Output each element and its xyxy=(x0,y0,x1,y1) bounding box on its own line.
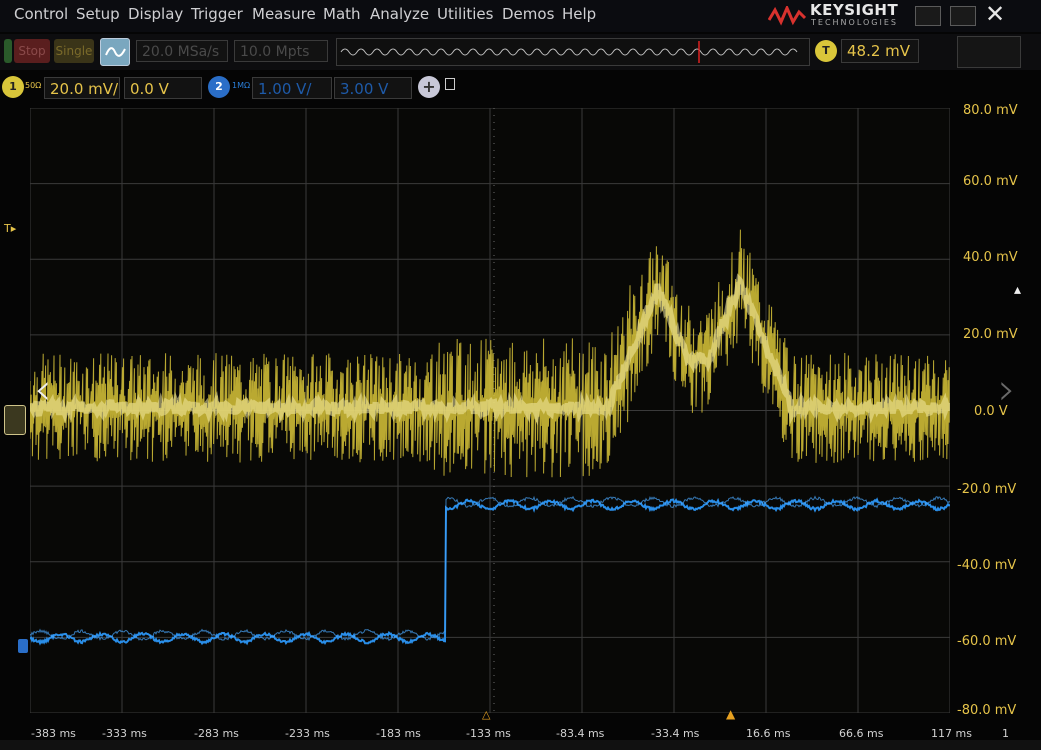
y-tick-label: 40.0 mV xyxy=(963,250,1018,265)
bottom-bar xyxy=(0,740,1041,750)
menu-trigger[interactable]: Trigger xyxy=(191,5,243,23)
x-tick-label: -83.4 ms xyxy=(556,727,605,740)
trigger-marker-label: T xyxy=(4,222,11,235)
menu-measure[interactable]: Measure xyxy=(252,5,316,23)
ch2-badge[interactable]: 2 xyxy=(208,76,230,98)
single-button[interactable]: Single xyxy=(54,39,94,63)
brand-name: KEYSIGHT xyxy=(810,1,899,19)
x-tick-label: -233 ms xyxy=(285,727,330,740)
x-axis-end-label: 1 xyxy=(1002,727,1009,740)
add-channel-button[interactable]: + xyxy=(418,76,440,98)
ch1-scale-field[interactable]: 20.0 mV/ xyxy=(44,77,120,99)
ch1-badge[interactable]: 1 xyxy=(2,76,24,98)
run-indicator[interactable] xyxy=(4,39,12,63)
x-tick-label: -183 ms xyxy=(376,727,421,740)
memory-depth-readout: 10.0 Mpts xyxy=(234,40,328,62)
trigger-position-marker[interactable]: ▲ xyxy=(726,707,735,721)
x-tick-label: 16.6 ms xyxy=(746,727,791,740)
close-icon[interactable]: ✕ xyxy=(985,0,1005,28)
menu-utilities[interactable]: Utilities xyxy=(437,5,493,23)
menu-help[interactable]: Help xyxy=(562,5,596,23)
waveform-display[interactable] xyxy=(30,108,950,713)
x-tick-label: -383 ms xyxy=(31,727,76,740)
menu-control[interactable]: Control xyxy=(14,5,68,23)
time-reference-marker[interactable]: △ xyxy=(482,708,490,721)
y-tick-label: 0.0 V xyxy=(974,404,1008,419)
autoscale-wave-icon xyxy=(105,47,126,57)
maximize-button[interactable] xyxy=(950,6,976,26)
trigger-level-readout[interactable]: 48.2 mV xyxy=(841,39,919,63)
menu-analyze[interactable]: Analyze xyxy=(370,5,429,23)
menu-display[interactable]: Display xyxy=(128,5,183,23)
keysight-wave-icon xyxy=(768,6,806,26)
x-tick-label: -333 ms xyxy=(102,727,147,740)
ch1-impedance: 50Ω xyxy=(25,81,42,90)
ch2-ground-marker[interactable] xyxy=(18,639,28,653)
y-tick-label: 80.0 mV xyxy=(963,103,1018,118)
sample-rate-readout: 20.0 MSa/s xyxy=(136,40,228,62)
minimize-button[interactable] xyxy=(915,6,941,26)
y-tick-label: -80.0 mV xyxy=(957,703,1017,718)
toolbar: Stop Single 20.0 MSa/s 10.0 Mpts T 48.2 … xyxy=(0,34,1041,70)
x-tick-label: 117 ms xyxy=(931,727,972,740)
x-tick-label: 66.6 ms xyxy=(839,727,884,740)
y-tick-label: 20.0 mV xyxy=(963,327,1018,342)
waveform-overview[interactable] xyxy=(336,38,810,66)
channel-bar: 1 50Ω 20.0 mV/ 0.0 V 2 1MΩ 1.00 V/ 3.00 … xyxy=(0,74,480,102)
scroll-left-icon[interactable]: ‹ xyxy=(34,364,52,415)
mouse-cursor-icon: ▴ xyxy=(1014,282,1022,298)
ch2-scale-field[interactable]: 1.00 V/ xyxy=(252,77,332,99)
y-tick-label: 60.0 mV xyxy=(963,174,1018,189)
y-tick-label: -40.0 mV xyxy=(957,558,1017,573)
menu-bar: Control Setup Display Trigger Measure Ma… xyxy=(0,0,1041,32)
overview-wave-icon xyxy=(340,41,798,63)
trigger-badge: T xyxy=(815,40,837,62)
toolbar-panel-button[interactable] xyxy=(957,36,1021,68)
x-tick-label: -33.4 ms xyxy=(651,727,700,740)
ch2-impedance: 1MΩ xyxy=(232,81,251,90)
stop-button[interactable]: Stop xyxy=(14,39,50,63)
brand-subtitle: TECHNOLOGIES xyxy=(811,18,898,27)
ch1-ground-marker[interactable] xyxy=(4,405,26,435)
x-tick-label: -133 ms xyxy=(466,727,511,740)
menu-demos[interactable]: Demos xyxy=(502,5,554,23)
y-tick-label: -20.0 mV xyxy=(957,482,1017,497)
channel-menu-icon[interactable] xyxy=(445,78,455,90)
ch1-offset-field[interactable]: 0.0 V xyxy=(124,77,202,99)
trigger-level-marker[interactable]: T▸ xyxy=(4,222,16,235)
x-tick-label: -283 ms xyxy=(194,727,239,740)
autoscale-button[interactable] xyxy=(100,38,130,66)
y-tick-label: -60.0 mV xyxy=(957,634,1017,649)
ch2-offset-field[interactable]: 3.00 V xyxy=(334,77,412,99)
brand-logo: KEYSIGHT TECHNOLOGIES xyxy=(768,1,908,30)
menu-setup[interactable]: Setup xyxy=(76,5,120,23)
menu-math[interactable]: Math xyxy=(323,5,361,23)
